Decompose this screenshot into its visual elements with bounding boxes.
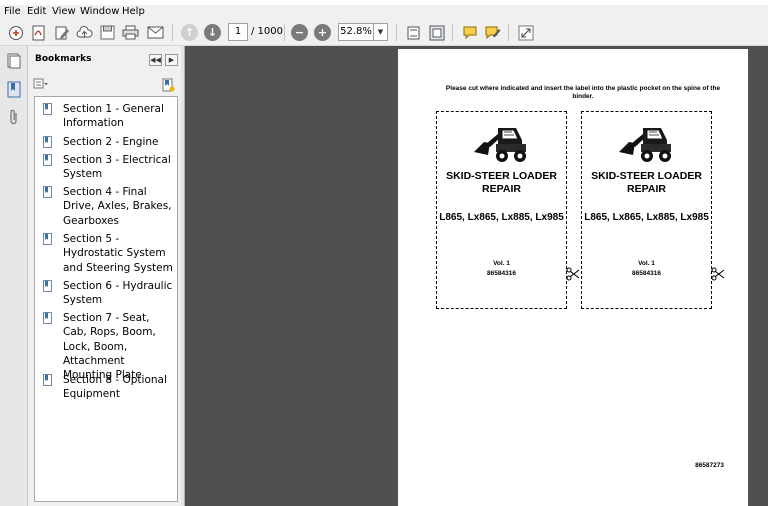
menu-help[interactable]: Help xyxy=(122,5,145,19)
spine-label: SKID-STEER LOADER REPAIR L865, Lx865, Lx… xyxy=(436,111,567,309)
toolbar-separator xyxy=(508,24,509,41)
toolbar: ↑ ↓ 1 / 1000 − + 52.8% ▼ xyxy=(0,19,768,46)
options-menu-icon[interactable] xyxy=(33,78,49,92)
bookmark-icon xyxy=(43,154,52,166)
cloud-icon[interactable] xyxy=(75,23,94,42)
bookmark-icon xyxy=(43,136,52,148)
page-thumbnails-icon[interactable] xyxy=(5,52,23,70)
print-icon[interactable] xyxy=(121,23,140,42)
bookmark-icon xyxy=(43,186,52,198)
attachments-icon[interactable] xyxy=(5,108,23,126)
label-title: SKID-STEER LOADER REPAIR xyxy=(591,170,702,195)
zoom-input[interactable]: 52.8% xyxy=(338,23,374,41)
bookmark-label: Section 3 - Electrical System xyxy=(63,154,171,181)
bookmarks-toolbar xyxy=(29,76,181,96)
bookmark-label: Section 6 - Hydraulic System xyxy=(63,280,173,307)
page-total: / 1000 xyxy=(251,26,283,37)
label-title: SKID-STEER LOADER REPAIR xyxy=(446,170,557,195)
menu-edit[interactable]: Edit xyxy=(27,5,46,19)
label-volume: Vol. 1 xyxy=(638,260,655,267)
bookmarks-header: Bookmarks ◀◀ ▶ xyxy=(29,46,181,74)
bookmark-label: Section 5 - Hydrostatic System and Steer… xyxy=(63,233,173,274)
expand-icon[interactable] xyxy=(516,23,535,42)
bookmark-icon xyxy=(43,280,52,292)
skid-steer-loader-image xyxy=(474,128,526,162)
menu-view[interactable]: View xyxy=(52,5,76,19)
bookmark-item[interactable]: Section 2 - Engine xyxy=(43,135,173,149)
spine-label: SKID-STEER LOADER REPAIR L865, Lx865, Lx… xyxy=(581,111,712,309)
pdf-page: Please cut where indicated and insert th… xyxy=(398,49,748,506)
bookmark-label: Section 2 - Engine xyxy=(63,136,159,148)
label-part-number: 86584316 xyxy=(487,270,516,277)
bookmark-item[interactable]: Section 8 - Optional Equipment xyxy=(43,373,173,402)
zoom-dropdown-icon[interactable]: ▼ xyxy=(374,23,388,41)
bookmark-icon xyxy=(43,233,52,245)
open-pdf-icon[interactable] xyxy=(29,23,48,42)
bookmark-item[interactable]: Section 7 - Seat, Cab, Rops, Boom, Lock,… xyxy=(43,311,173,382)
bookmark-label: Section 4 - Final Drive, Axles, Brakes, … xyxy=(63,186,172,227)
zoom-in-icon[interactable]: + xyxy=(313,23,332,42)
bookmark-item[interactable]: Section 3 - Electrical System xyxy=(43,153,173,182)
bookmarks-panel: Bookmarks ◀◀ ▶ Section 1 - General Infor… xyxy=(29,46,181,506)
bookmark-item[interactable]: Section 4 - Final Drive, Axles, Brakes, … xyxy=(43,185,173,228)
toolbar-separator xyxy=(284,24,285,41)
edit-icon[interactable] xyxy=(52,23,71,42)
bookmarks-panel-icon[interactable] xyxy=(5,80,23,98)
bookmark-item[interactable]: Section 6 - Hydraulic System xyxy=(43,279,173,308)
document-viewport[interactable]: Please cut where indicated and insert th… xyxy=(181,46,768,506)
bookmark-item[interactable]: Section 1 - General Information xyxy=(43,102,173,131)
bookmark-icon xyxy=(43,374,52,386)
collapse-panel-icon[interactable]: ◀◀ xyxy=(149,54,162,66)
zoom-out-icon[interactable]: − xyxy=(290,23,309,42)
toolbar-separator xyxy=(172,24,173,41)
bookmarks-list: Section 1 - General Information Section … xyxy=(34,96,178,502)
bookmark-icon xyxy=(43,103,52,115)
create-icon[interactable] xyxy=(6,23,25,42)
bookmark-item[interactable]: Section 5 - Hydrostatic System and Steer… xyxy=(43,232,173,275)
menu-bar: File Edit View Window Help xyxy=(0,5,768,19)
label-models: L865, Lx865, Lx885, Lx985 xyxy=(439,212,564,223)
toolbar-separator xyxy=(396,24,397,41)
menu-file[interactable]: File xyxy=(4,5,21,19)
comment-icon[interactable] xyxy=(460,23,479,42)
toolbar-separator xyxy=(452,24,453,41)
sign-icon[interactable] xyxy=(483,23,502,42)
bookmark-label: Section 8 - Optional Equipment xyxy=(63,374,167,401)
bookmark-label: Section 1 - General Information xyxy=(63,103,164,130)
close-panel-icon[interactable]: ▶ xyxy=(165,54,178,66)
save-icon[interactable] xyxy=(98,23,117,42)
label-part-number: 86584316 xyxy=(632,270,661,277)
next-page-icon[interactable]: ↓ xyxy=(203,23,222,42)
menu-window[interactable]: Window xyxy=(80,5,119,19)
scissors-icon xyxy=(711,267,725,281)
previous-page-icon[interactable]: ↑ xyxy=(180,23,199,42)
page-number-input[interactable]: 1 xyxy=(228,23,248,41)
bookmarks-title: Bookmarks xyxy=(35,54,92,64)
label-models: L865, Lx865, Lx885, Lx985 xyxy=(584,212,709,223)
page-view-icon[interactable] xyxy=(427,23,446,42)
label-volume: Vol. 1 xyxy=(493,260,510,267)
navigation-rail xyxy=(0,46,28,506)
bookmark-label: Section 7 - Seat, Cab, Rops, Boom, Lock,… xyxy=(63,312,156,382)
cut-instruction: Please cut where indicated and insert th… xyxy=(445,85,721,100)
new-bookmark-icon[interactable] xyxy=(161,78,177,92)
panel-splitter[interactable] xyxy=(181,46,185,506)
bookmark-icon xyxy=(43,312,52,324)
skid-steer-loader-image xyxy=(619,128,671,162)
email-icon[interactable] xyxy=(146,23,165,42)
document-code: 86587273 xyxy=(695,462,724,469)
scissors-icon xyxy=(566,267,580,281)
fit-page-icon[interactable] xyxy=(404,23,423,42)
